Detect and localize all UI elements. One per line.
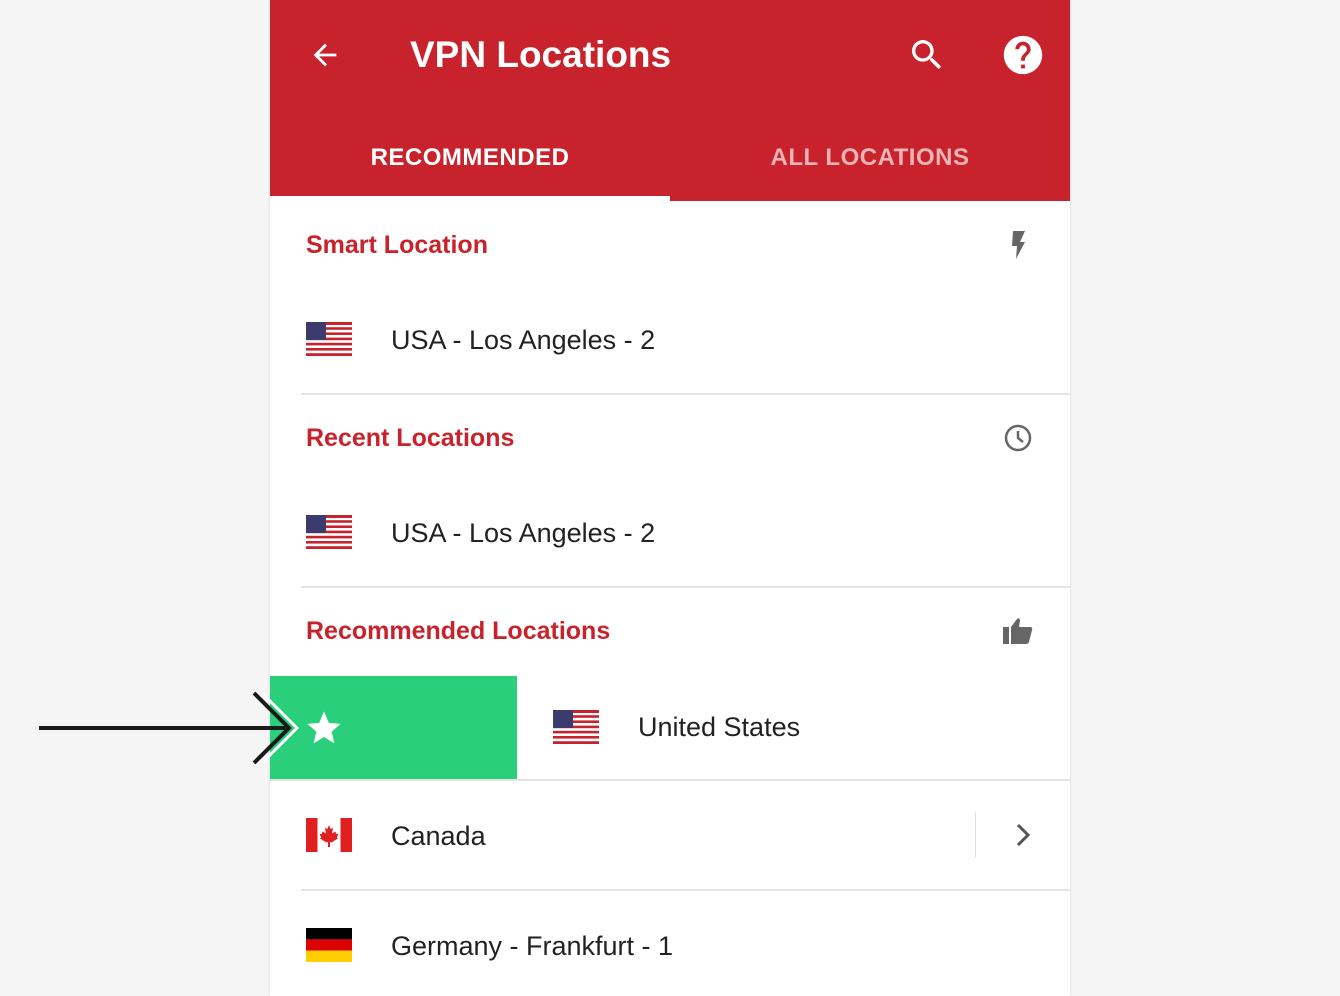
search-button[interactable] xyxy=(902,30,952,80)
star-icon xyxy=(307,711,341,744)
us-flag-icon xyxy=(306,515,352,549)
chevron-right-icon xyxy=(1016,823,1031,847)
page-title: VPN Locations xyxy=(410,34,672,75)
location-row-united-states[interactable]: United States xyxy=(517,676,1070,780)
active-tab-indicator xyxy=(270,196,670,201)
help-button[interactable] xyxy=(998,30,1048,80)
location-row-germany[interactable]: Germany - Frankfurt - 1 xyxy=(270,891,1070,996)
vpn-app-screen: VPN Locations RECOMMENDED ALL LOCATIONS … xyxy=(270,0,1070,996)
section-title: Recommended Locations xyxy=(306,617,611,645)
lightning-bolt-icon xyxy=(998,225,1038,265)
location-row-canada[interactable]: Canada xyxy=(270,781,1070,889)
divider xyxy=(301,393,1070,395)
thumbs-up-icon xyxy=(998,611,1038,651)
pointer-arrow-icon xyxy=(39,691,300,765)
canada-flag-icon xyxy=(306,818,352,852)
section-header-recommended-locations: Recommended Locations xyxy=(270,589,1070,669)
divider xyxy=(301,586,1070,588)
back-button[interactable] xyxy=(300,30,350,80)
location-row-smart[interactable]: USA - Los Angeles - 2 xyxy=(270,285,1070,395)
row-separator xyxy=(975,812,976,858)
tab-all-locations[interactable]: ALL LOCATIONS xyxy=(670,118,1070,198)
us-flag-icon xyxy=(553,710,599,744)
help-circle-icon xyxy=(1003,35,1043,75)
tab-recommended[interactable]: RECOMMENDED xyxy=(270,118,670,198)
location-row-recent[interactable]: USA - Los Angeles - 2 xyxy=(270,478,1070,588)
location-label: Canada xyxy=(391,821,486,851)
location-label: United States xyxy=(638,712,801,742)
section-header-smart-location: Smart Location xyxy=(270,203,1070,283)
germany-flag-icon xyxy=(306,928,352,962)
section-title: Recent Locations xyxy=(306,424,515,452)
expand-canada-button[interactable] xyxy=(1003,815,1043,855)
arrow-back-icon xyxy=(313,43,337,67)
location-label: Germany - Frankfurt - 1 xyxy=(391,931,674,961)
search-icon xyxy=(912,40,942,70)
us-flag-icon xyxy=(306,322,352,356)
favorite-swipe-action[interactable] xyxy=(270,676,517,780)
section-header-recent-locations: Recent Locations xyxy=(270,396,1070,476)
app-bar: VPN Locations RECOMMENDED ALL LOCATIONS xyxy=(270,0,1070,201)
location-label: USA - Los Angeles - 2 xyxy=(391,518,656,548)
clock-icon xyxy=(998,418,1038,458)
location-label: USA - Los Angeles - 2 xyxy=(391,325,656,355)
section-title: Smart Location xyxy=(306,231,488,259)
